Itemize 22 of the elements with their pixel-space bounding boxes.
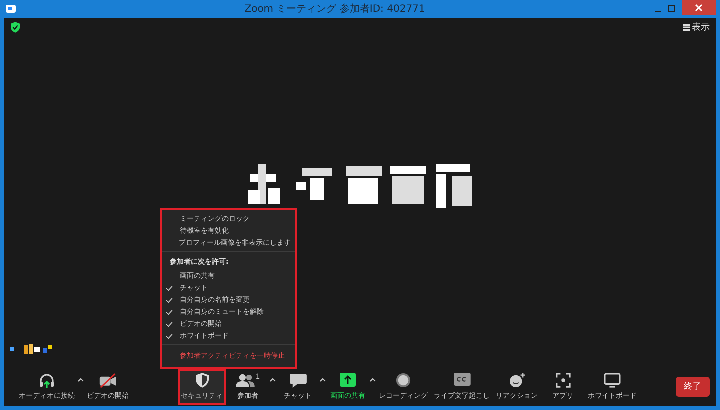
speech-bubble-icon: [290, 373, 306, 388]
caret-icon[interactable]: [370, 378, 376, 382]
smiley-icon: [508, 373, 526, 388]
view-button[interactable]: 表示: [683, 20, 710, 34]
headphones-icon: [39, 373, 55, 389]
caret-icon[interactable]: [320, 378, 326, 382]
close-icon: [695, 4, 703, 12]
maximize-icon[interactable]: [668, 5, 676, 13]
caret-icon[interactable]: [78, 378, 84, 382]
window-title: Zoom ミーティング 参加者ID: 402771: [244, 2, 426, 16]
end-button[interactable]: 終了: [676, 377, 710, 397]
shield-icon: [196, 373, 208, 388]
circle-icon: [396, 373, 411, 388]
people-icon: [236, 373, 255, 388]
monitor-icon: [604, 373, 621, 388]
app-icon: [6, 5, 16, 13]
caret-icon[interactable]: [270, 378, 276, 382]
caption-icon: [454, 373, 470, 386]
apps-icon: [556, 373, 570, 388]
close-button[interactable]: [682, 0, 716, 15]
grid-icon: [683, 24, 690, 30]
shield-icon[interactable]: [11, 22, 20, 32]
